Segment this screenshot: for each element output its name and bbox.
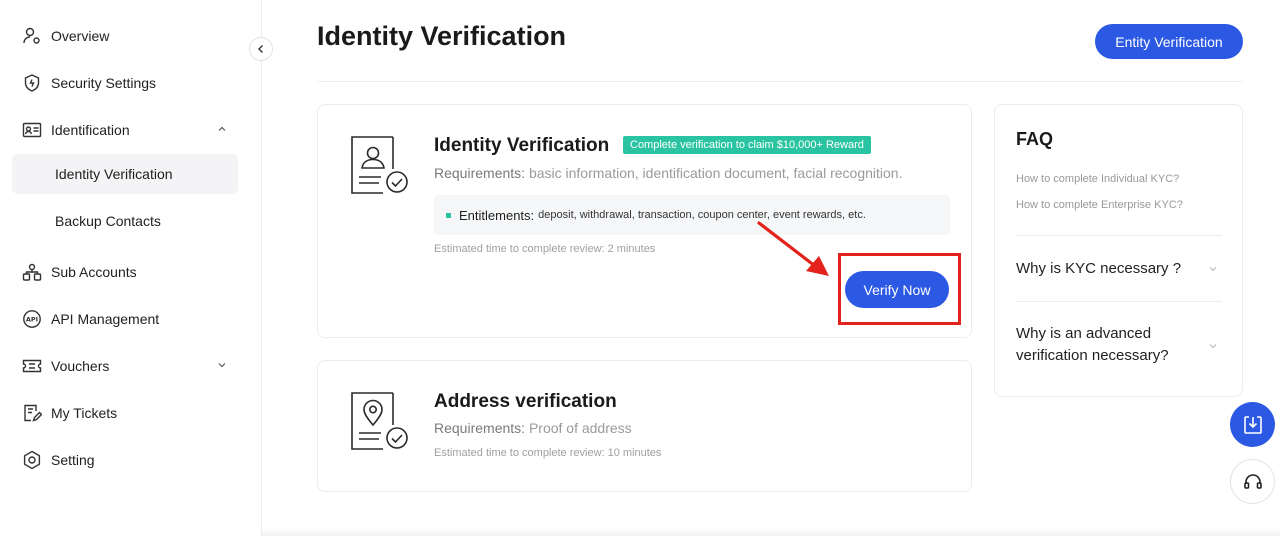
sidebar-item-label: Identification: [51, 122, 130, 138]
entitlements-box: Entitlements: deposit, withdrawal, trans…: [434, 195, 950, 235]
faq-question-kyc-necessary[interactable]: Why is KYC necessary ?: [1016, 258, 1196, 280]
sidebar-item-setting[interactable]: Setting: [12, 440, 238, 480]
address-document-icon: [351, 392, 408, 450]
verify-now-button[interactable]: Verify Now: [845, 271, 949, 308]
bottom-shadow: [262, 528, 1280, 536]
collapse-sidebar-button[interactable]: [249, 37, 273, 61]
estimated-time: Estimated time to complete review: 2 min…: [434, 243, 656, 255]
sidebar-item-label: Vouchers: [51, 358, 110, 374]
faq-link-individual-kyc[interactable]: How to complete Individual KYC?: [1016, 173, 1179, 185]
chevron-up-icon: [218, 126, 226, 131]
sidebar-item-vouchers[interactable]: Vouchers: [12, 346, 238, 386]
entity-verification-button[interactable]: Entity Verification: [1095, 24, 1243, 59]
requirements-label: Requirements:: [434, 165, 526, 181]
sidebar-item-sub-accounts[interactable]: Sub Accounts: [12, 252, 238, 292]
voucher-icon: [22, 356, 42, 376]
sidebar-item-label: Identity Verification: [55, 166, 173, 182]
sidebar-item-security-settings[interactable]: Security Settings: [12, 63, 238, 103]
requirements-text: Requirements: Proof of address: [434, 420, 632, 436]
chevron-down-icon[interactable]: [1207, 340, 1219, 352]
sidebar-item-label: Security Settings: [51, 75, 157, 91]
sidebar-item-identity-verification[interactable]: Identity Verification: [12, 154, 238, 194]
requirements-label: Requirements:: [434, 420, 526, 436]
address-verification-card: Address verification Requirements: Proof…: [317, 360, 972, 492]
header-divider: [317, 81, 1243, 82]
sidebar-item-my-tickets[interactable]: My Tickets: [12, 393, 238, 433]
estimated-time: Estimated time to complete review: 10 mi…: [434, 447, 662, 459]
download-app-button[interactable]: [1230, 402, 1275, 447]
reward-badge: Complete verification to claim $10,000+ …: [623, 136, 871, 154]
chevron-down-icon: [218, 363, 226, 368]
headset-icon: [1243, 473, 1262, 489]
faq-question-advanced-verification[interactable]: Why is an advanced verification necessar…: [1016, 323, 1196, 367]
page-title: Identity Verification: [317, 21, 567, 51]
sidebar-item-label: My Tickets: [51, 405, 118, 421]
sidebar-item-label: Sub Accounts: [51, 264, 137, 280]
id-card-icon: [22, 120, 42, 140]
download-icon: [1243, 415, 1262, 434]
faq-panel: FAQ How to complete Individual KYC? How …: [994, 104, 1243, 397]
faq-title: FAQ: [1016, 129, 1054, 149]
sidebar-item-label: Overview: [51, 28, 110, 44]
sub-accounts-icon: [22, 262, 42, 282]
sidebar: Overview Security Settings Identificatio…: [0, 0, 262, 536]
ticket-icon: [22, 403, 42, 423]
shield-icon: [22, 73, 42, 93]
requirements-text: Requirements: basic information, identif…: [434, 165, 902, 181]
svg-text:API: API: [26, 316, 38, 324]
chevron-left-icon: [258, 45, 263, 53]
card-title: Identity Verification: [434, 135, 610, 156]
sidebar-item-label: Backup Contacts: [55, 213, 161, 229]
gear-icon: [22, 450, 42, 470]
sidebar-item-label: Setting: [51, 452, 95, 468]
sidebar-item-overview[interactable]: Overview: [12, 16, 238, 56]
bullet-icon: [446, 212, 451, 218]
requirements-value: basic information, identification docume…: [528, 165, 903, 181]
requirements-value: Proof of address: [528, 420, 632, 436]
api-icon: API: [22, 309, 42, 329]
sidebar-item-identification[interactable]: Identification: [12, 110, 238, 150]
sidebar-item-api-management[interactable]: API API Management: [12, 299, 238, 339]
red-arrow-icon: [757, 221, 829, 276]
id-document-icon: [351, 136, 408, 194]
sidebar-item-backup-contacts[interactable]: Backup Contacts: [12, 201, 238, 241]
divider: [1016, 235, 1222, 236]
chevron-down-icon[interactable]: [1207, 263, 1219, 275]
user-icon: [22, 26, 42, 46]
sidebar-item-label: API Management: [51, 311, 160, 327]
divider: [1016, 301, 1222, 302]
entitlements-label: Entitlements:: [459, 207, 535, 223]
customer-support-button[interactable]: [1230, 459, 1275, 504]
faq-link-enterprise-kyc[interactable]: How to complete Enterprise KYC?: [1016, 199, 1183, 211]
card-title: Address verification: [434, 391, 617, 412]
